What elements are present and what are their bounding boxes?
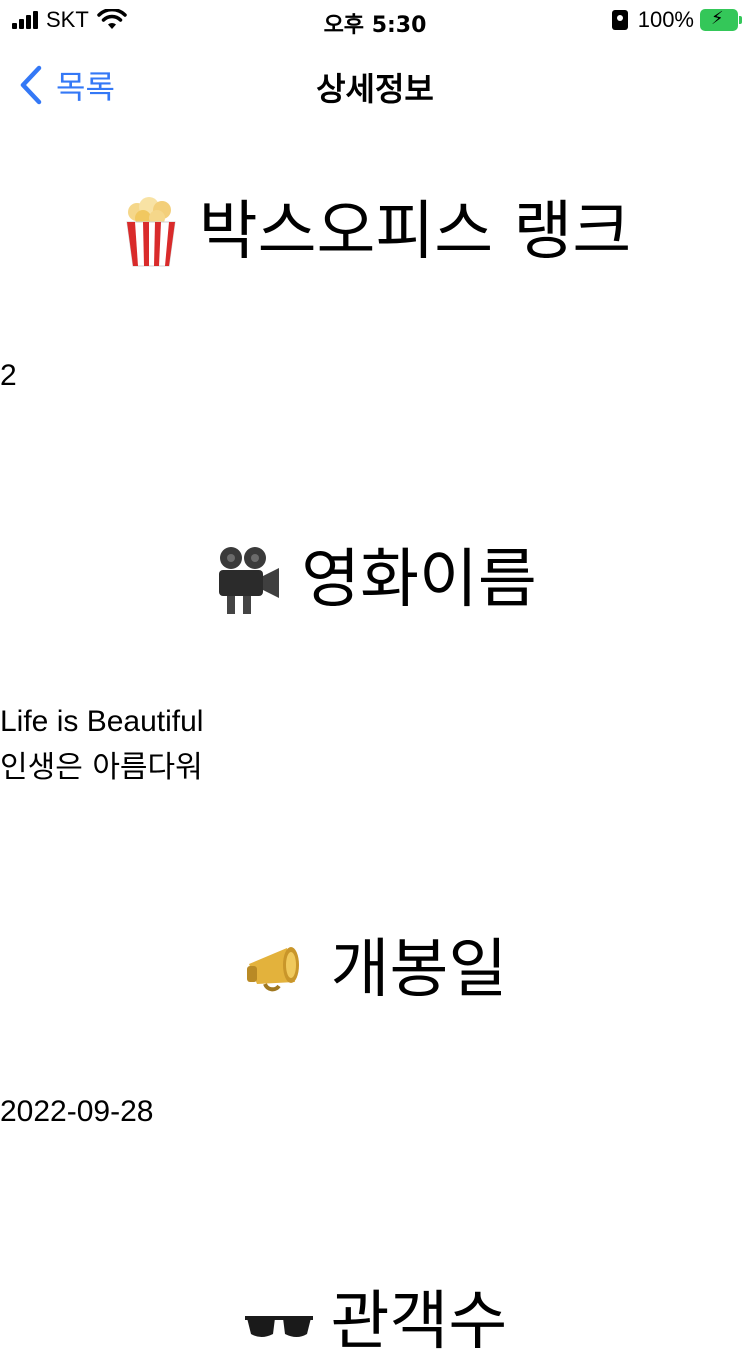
- status-bar: SKT 오후 5:30 100% ⚡: [0, 0, 750, 40]
- sunglasses-icon: [244, 1316, 313, 1337]
- movie-camera-icon: [219, 547, 280, 614]
- battery-percent: 100%: [637, 7, 694, 32]
- name-heading: 영화이름: [0, 540, 750, 620]
- movie-title-english: Life is Beautiful: [0, 705, 204, 738]
- status-right: 100% ⚡: [611, 6, 742, 34]
- battery-charging-icon: ⚡: [700, 8, 742, 31]
- popcorn-icon: [126, 197, 176, 267]
- release-date-value: 2022-09-28: [0, 1095, 154, 1128]
- page-title: 상세정보: [316, 70, 434, 108]
- navigation-bar: 목록 상세정보: [0, 40, 750, 128]
- rank-section: 박스오피스 랭크: [0, 192, 750, 272]
- name-heading-text: 영화이름: [301, 543, 537, 617]
- audience-heading: 관객수: [0, 1282, 750, 1362]
- release-section: 개봉일: [0, 930, 750, 1010]
- audience-heading-text: 관객수: [330, 1285, 508, 1359]
- audience-section: 관객수: [0, 1282, 750, 1362]
- rank-value: 2: [0, 359, 17, 392]
- megaphone-icon: [246, 947, 299, 992]
- name-section: 영화이름: [0, 540, 750, 620]
- release-heading-text: 개봉일: [330, 933, 508, 1007]
- movie-title-korean: 인생은 아름다워: [0, 750, 203, 785]
- id-card-icon: [611, 10, 628, 30]
- rank-heading: 박스오피스 랭크: [0, 192, 750, 272]
- rank-heading-text: 박스오피스 랭크: [198, 195, 632, 269]
- release-heading: 개봉일: [0, 930, 750, 1010]
